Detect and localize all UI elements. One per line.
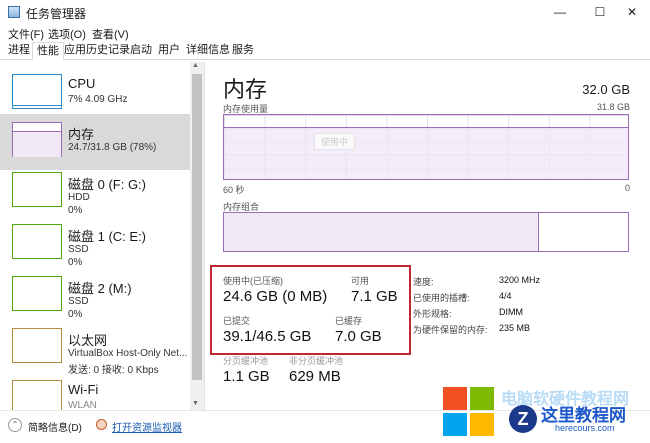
disk-thumbnail-graph [12,276,62,311]
tab-startup[interactable]: 启动 [126,42,156,60]
sidebar-item-label: 以太网 [68,333,108,348]
sidebar-item-usage: 0% [68,257,83,268]
task-manager-app-icon [8,6,20,18]
graph-axis-end: 0 [624,183,630,193]
spec-form-factor-label: 外形规格: [413,309,452,319]
tab-details[interactable]: 详细信息 [182,42,234,60]
spec-speed-label: 速度: [413,277,434,287]
title-bar: 任务管理器 — ☐ ✕ [0,0,650,24]
tab-strip: 进程 性能 应用历史记录 启动 用户 详细信息 服务 [0,42,650,60]
spec-slots-value: 4/4 [499,291,512,301]
sidebar-item-detail: HDD [68,192,90,203]
chevron-up-icon[interactable]: ⌃ [8,418,22,432]
spec-speed-value: 3200 MHz [499,275,541,285]
paged-pool-value: 1.1 GB [223,368,270,385]
tab-processes[interactable]: 进程 [4,42,34,60]
sidebar-item-detail: SSD [68,296,89,307]
memory-total: 32.0 GB [582,82,630,97]
sidebar-item-label: 内存 [68,127,95,142]
close-button[interactable]: ✕ [612,0,650,24]
nonpaged-pool-value: 629 MB [289,368,341,385]
usage-graph-max: 31.8 GB [596,102,630,112]
sidebar-item-memory[interactable]: 内存 24.7/31.8 GB (78%) [0,114,190,170]
spec-reserved-value: 235 MB [499,323,531,333]
page-title: 内存 [223,77,268,102]
sidebar-item-detail: VirtualBox Host-Only Net... [68,348,188,359]
sidebar-item-disk-1[interactable]: 磁盘 1 (C: E:) SSD 0% [0,216,190,272]
sidebar-item-wifi[interactable]: Wi-Fi WLAN [0,372,190,410]
performance-sidebar: CPU 7% 4.09 GHz 内存 24.7/31.8 GB (78%) 磁盘… [0,62,205,410]
spec-form-factor-value: DIMM [499,307,523,317]
sidebar-item-usage: 0% [68,205,83,216]
sidebar-item-detail: SSD [68,244,89,255]
highlight-box [210,265,411,355]
site-url: herecours.com [555,423,615,433]
graph-watermark: 使用中 [314,133,356,150]
menu-options[interactable]: 选项(O) [48,26,86,42]
memory-usage-graph: 使用中 [223,114,629,180]
sidebar-item-disk-2[interactable]: 磁盘 2 (M:) SSD 0% [0,268,190,324]
spec-reserved-label: 为硬件保留的内存: [413,325,488,335]
composition-in-use [224,213,540,251]
disk-thumbnail-graph [12,172,62,207]
graph-axis-start: 60 秒 [223,185,245,195]
site-watermark: 电脑软硬件教程网 Z 这里教程网 herecours.com [443,383,648,441]
spec-slots-label: 已使用的插槽: [413,293,470,303]
sidebar-item-detail: 24.7/31.8 GB (78%) [68,142,157,153]
tab-users[interactable]: 用户 [154,42,184,60]
site-logo-icon: Z [509,405,537,433]
sidebar-scrollbar[interactable]: ▲ ▼ [190,62,204,410]
ethernet-thumbnail-graph [12,328,62,363]
memory-thumbnail-graph [12,122,62,157]
memory-detail-panel: 内存 32.0 GB 内存使用量 31.8 GB 使用中 60 秒 0 内存组合… [205,62,650,410]
sidebar-item-detail: 7% 4.09 GHz [68,94,128,105]
nonpaged-pool-label: 非分页缓冲池 [289,356,344,366]
wifi-thumbnail-graph [12,380,62,410]
scrollbar-thumb[interactable] [192,74,202,380]
sidebar-item-label: 磁盘 1 (C: E:) [68,229,147,244]
tab-services[interactable]: 服务 [228,42,258,60]
tab-app-history[interactable]: 应用历史记录 [60,42,134,60]
sidebar-item-label: CPU [68,76,96,91]
minimize-button[interactable]: — [540,0,580,24]
menu-bar: 文件(F) 选项(O) 查看(V) [0,24,650,42]
sidebar-item-label: Wi-Fi [68,382,99,397]
open-resource-monitor-link[interactable]: 打开资源监视器 [112,419,182,434]
paged-pool-label: 分页缓冲池 [223,356,269,366]
menu-view[interactable]: 查看(V) [92,26,129,42]
disk-thumbnail-graph [12,224,62,259]
windows-logo-icon [443,387,495,437]
menu-file[interactable]: 文件(F) [8,26,44,42]
sidebar-item-usage: 0% [68,309,83,320]
sidebar-item-detail: WLAN [68,400,97,410]
sidebar-item-label: 磁盘 2 (M:) [68,281,132,296]
sidebar-item-disk-0[interactable]: 磁盘 0 (F: G:) HDD 0% [0,164,190,220]
resource-monitor-icon[interactable] [96,419,107,430]
scroll-up-arrow-icon[interactable]: ▲ [192,62,199,69]
sidebar-item-label: 磁盘 0 (F: G:) [68,177,147,192]
sidebar-item-ethernet[interactable]: 以太网 VirtualBox Host-Only Net... 发送: 0 接收… [0,320,190,376]
memory-usage-fill [224,127,628,179]
scroll-down-arrow-icon[interactable]: ▼ [192,400,199,407]
cpu-thumbnail-graph [12,74,62,109]
memory-composition-bar [223,212,629,252]
fewer-details-link[interactable]: 简略信息(D) [28,419,82,434]
window-title: 任务管理器 [26,7,87,21]
